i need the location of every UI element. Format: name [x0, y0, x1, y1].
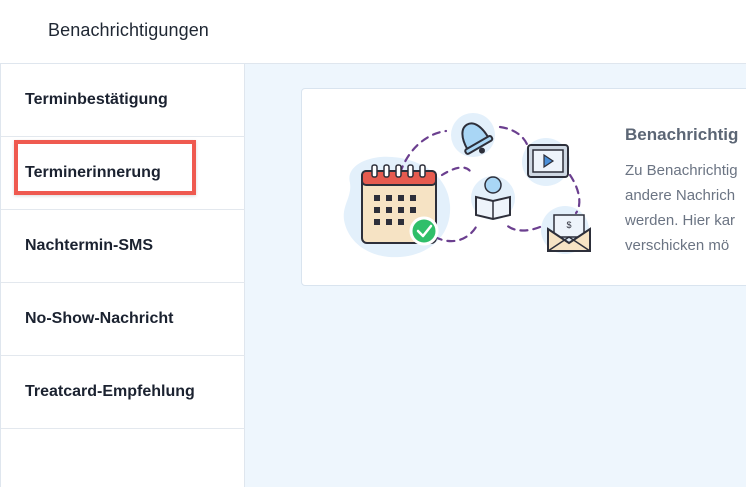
card-title: Benachrichtig — [625, 125, 739, 144]
notifications-illustration: $ — [343, 113, 591, 258]
sidebar-item-label: Terminerinnerung — [25, 164, 161, 181]
page-title: Benachrichtigungen — [48, 20, 209, 40]
video-icon — [527, 144, 569, 178]
card-text-line: andere Nachrich — [625, 187, 736, 204]
envelope-icon: $ — [547, 214, 591, 252]
sidebar-item-label: Terminbestätigung — [25, 91, 168, 108]
sidebar-item-label: No-Show-Nachricht — [25, 310, 174, 327]
card-description: Zu Benachrichtig andere Nachrich werden.… — [625, 158, 746, 258]
sidebar-item-terminerinnerung[interactable]: Terminerinnerung — [1, 137, 245, 210]
sidebar-item-nachtermin-sms[interactable]: Nachtermin-SMS — [1, 210, 245, 283]
sidebar-item-treatcard-empfehlung[interactable]: Treatcard-Empfehlung — [1, 356, 245, 429]
card-text-line: verschicken mö — [625, 237, 730, 254]
card-text-line: werden. Hier kar — [625, 212, 736, 229]
sidebar-item-no-show-nachricht[interactable]: No-Show-Nachricht — [1, 283, 245, 356]
sidebar: Terminbestätigung Terminerinnerung Nacht… — [0, 63, 245, 487]
sidebar-item-label: Nachtermin-SMS — [25, 237, 154, 254]
card-text-line: Zu Benachrichtig — [625, 162, 738, 179]
sidebar-item-label: Treatcard-Empfehlung — [25, 383, 195, 400]
top-bar: Benachrichtigungen — [0, 0, 746, 63]
sidebar-item-terminbestaetigung[interactable]: Terminbestätigung — [1, 64, 245, 137]
svg-text:$: $ — [566, 220, 571, 230]
check-icon — [409, 216, 439, 246]
